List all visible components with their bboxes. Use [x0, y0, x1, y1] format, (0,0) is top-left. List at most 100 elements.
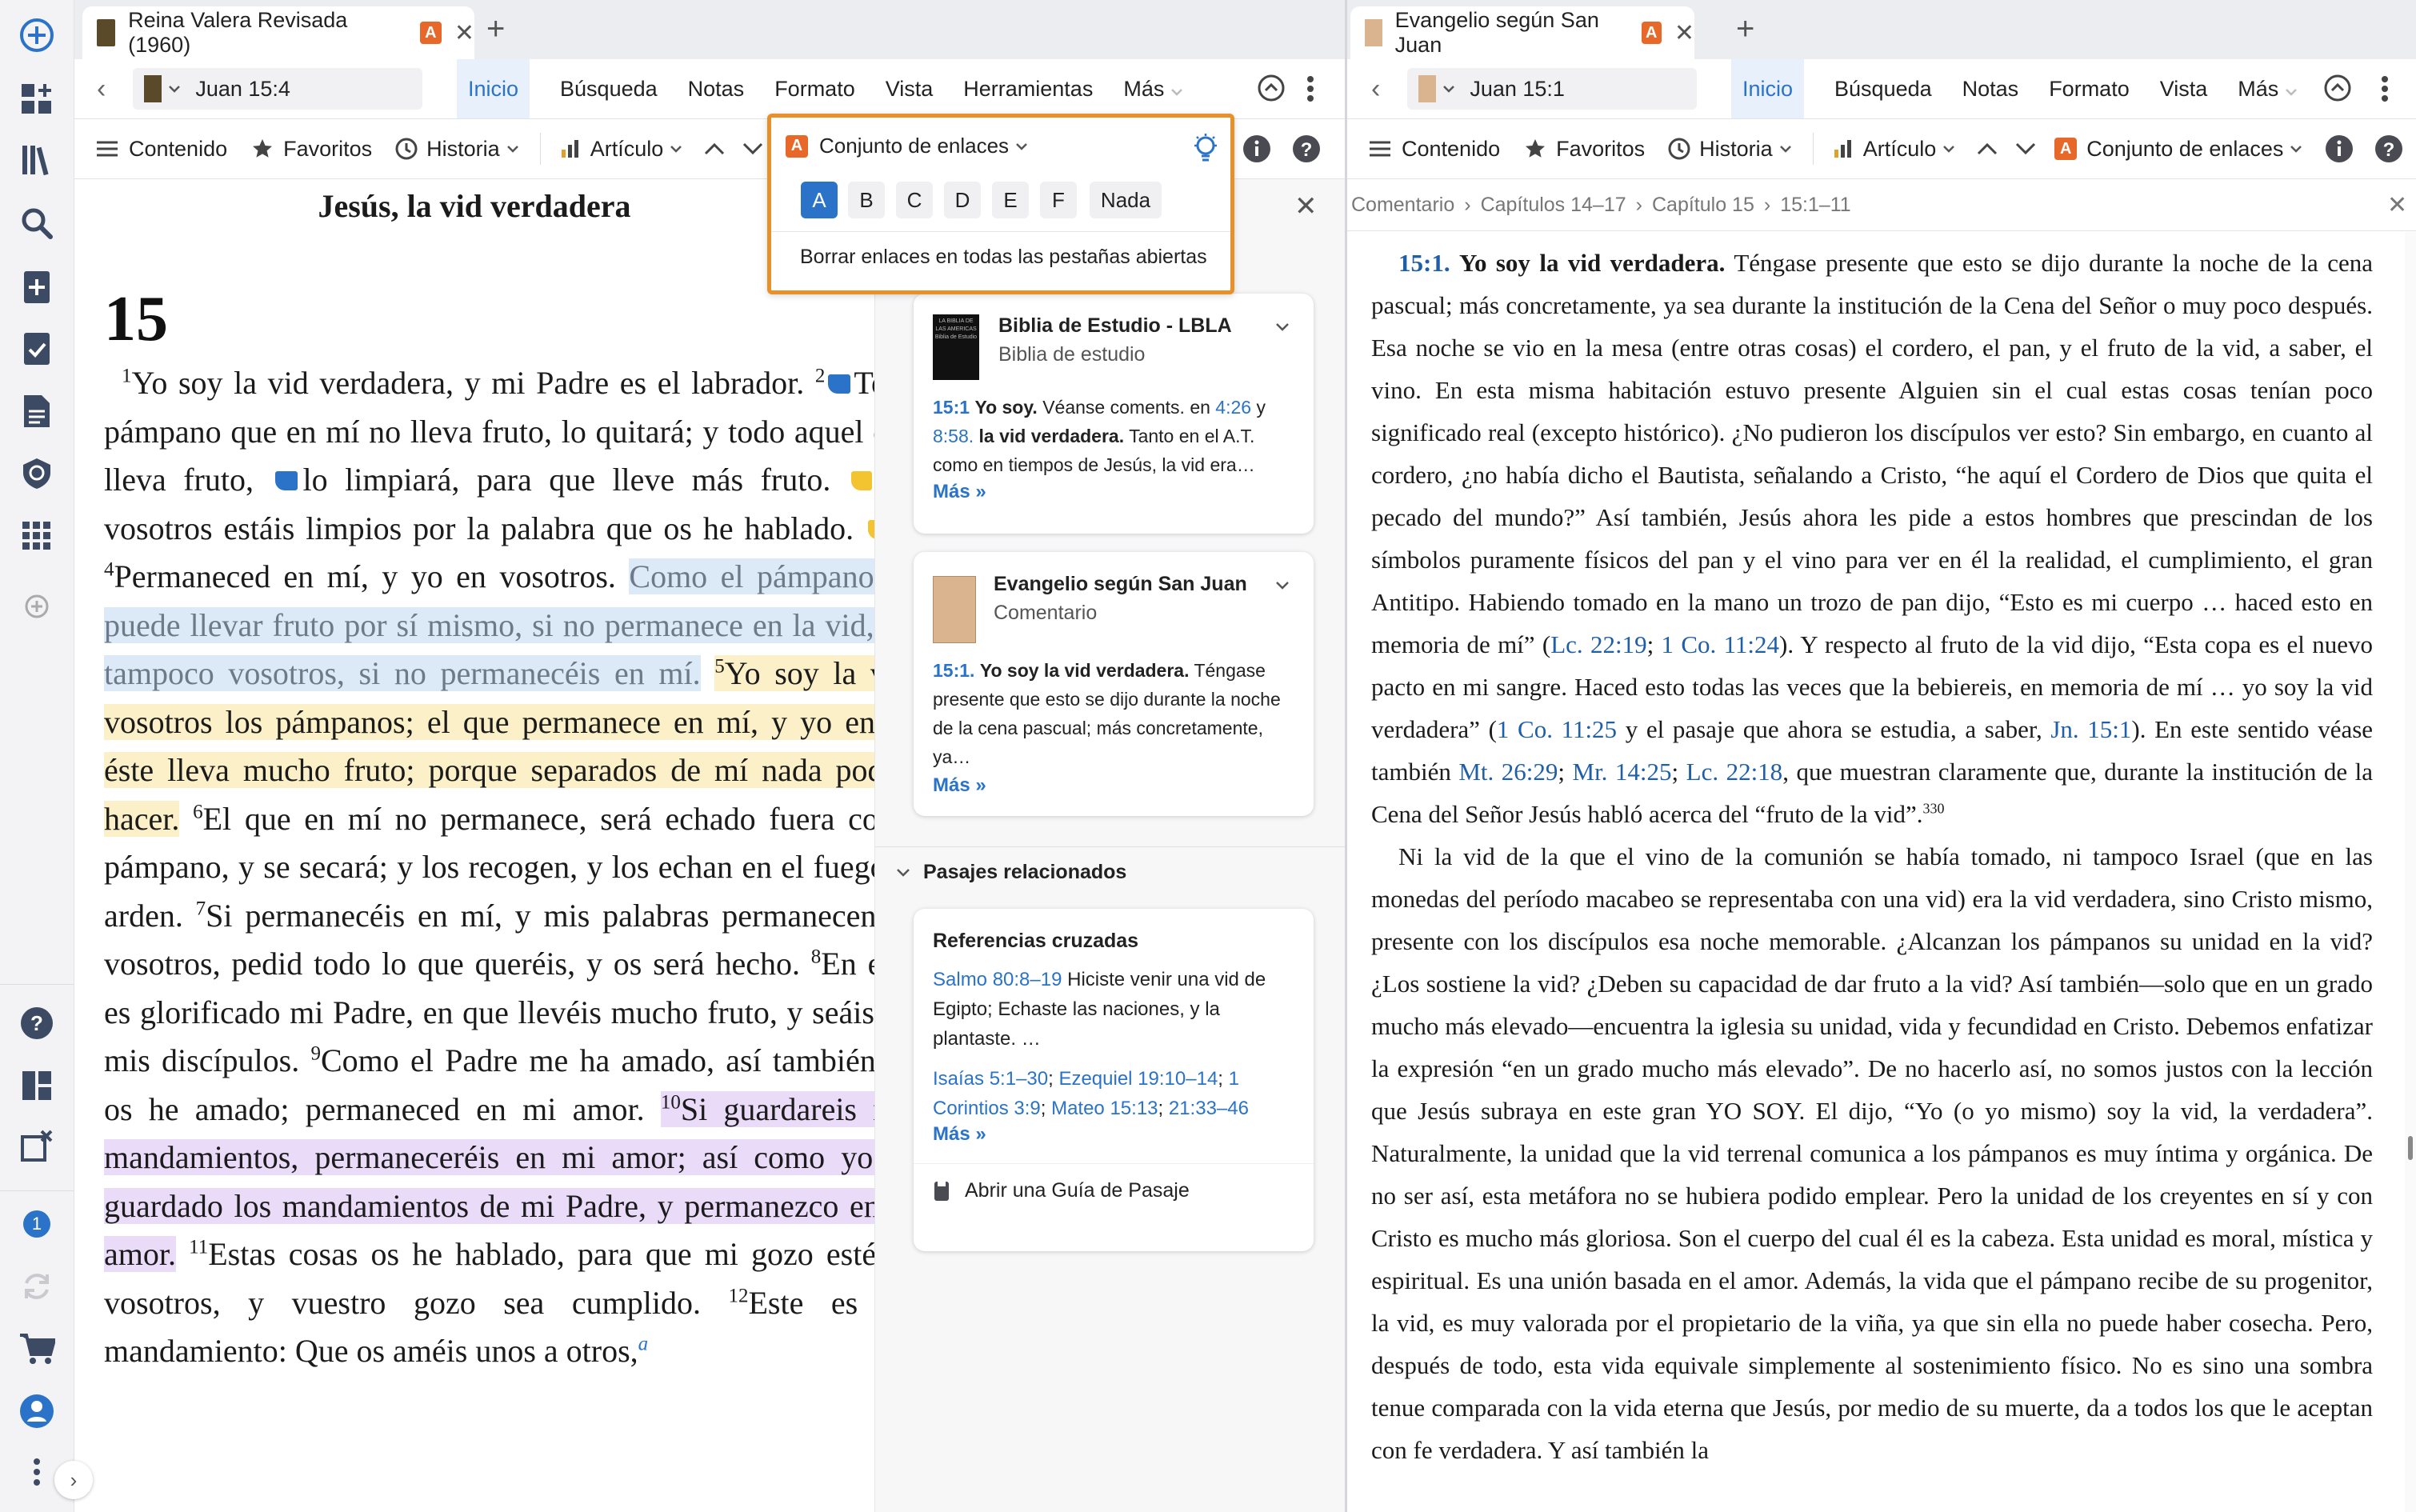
article-button[interactable]: Artículo	[1863, 137, 1937, 162]
document-icon[interactable]	[18, 392, 56, 430]
crossref-link[interactable]: 21:33–46	[1169, 1098, 1249, 1119]
menu-herramientas[interactable]: Herramientas	[963, 77, 1093, 102]
tab-reina-valera[interactable]: Reina Valera Revisada (1960) A ✕	[82, 6, 474, 59]
scroll-up-icon[interactable]	[2323, 74, 2352, 102]
link-set-option-e[interactable]: E	[992, 182, 1029, 218]
article-button[interactable]: Artículo	[590, 137, 664, 162]
back-icon[interactable]: ‹	[97, 74, 106, 105]
close-tab-icon[interactable]: ✕	[454, 19, 474, 47]
scrollbar-thumb[interactable]	[2408, 1136, 2413, 1160]
next-article-icon[interactable]	[2014, 142, 2037, 156]
scripture-link[interactable]: Jn. 15:1	[2050, 715, 2131, 743]
link-set-option-d[interactable]: D	[944, 182, 981, 218]
crossref-link[interactable]: 8:58.	[933, 426, 974, 446]
menu-vista[interactable]: Vista	[2160, 77, 2208, 102]
menu-busqueda[interactable]: Búsqueda	[560, 77, 658, 102]
add-document-icon[interactable]	[18, 268, 56, 306]
crossref-link[interactable]: Salmo 80:8–19	[933, 969, 1062, 990]
clear-links-button[interactable]: Borrar enlaces en todas las pestañas abi…	[800, 246, 1207, 269]
tab-evangelio-juan[interactable]: Evangelio según San Juan A ✕	[1350, 6, 1694, 59]
crossref-link[interactable]: 4:26	[1215, 397, 1251, 418]
contents-button[interactable]: Contenido	[129, 137, 227, 162]
scripture-link[interactable]: Mt. 26:29	[1458, 758, 1558, 786]
scripture-link[interactable]: 1 Co. 11:24	[1662, 630, 1780, 658]
chevron-down-icon[interactable]	[670, 145, 682, 153]
guide-card-lbla[interactable]: LA BIBLIA DE LAS AMERICAS Biblia de Estud…	[914, 294, 1314, 534]
menu-inicio[interactable]: Inicio	[1731, 59, 1805, 118]
help-icon[interactable]: ?	[2374, 134, 2403, 163]
cart-icon[interactable]	[18, 1330, 56, 1368]
menu-inicio[interactable]: Inicio	[457, 59, 530, 118]
more-link[interactable]: Más »	[933, 774, 986, 797]
crossref-link[interactable]: Mateo 15:13	[1051, 1098, 1158, 1119]
dashboard-add-icon[interactable]	[18, 80, 56, 118]
contents-button[interactable]: Contenido	[1402, 137, 1500, 162]
breadcrumb-item[interactable]: Capítulo 15	[1652, 194, 1754, 217]
related-passages-header[interactable]: Pasajes relacionados	[896, 861, 1126, 884]
chevron-down-icon[interactable]	[506, 145, 519, 153]
expand-rail-icon[interactable]: ›	[54, 1461, 93, 1499]
more-vertical-icon[interactable]	[18, 1453, 56, 1491]
scrollbar-track[interactable]	[2405, 232, 2416, 1512]
verse-1[interactable]: 1Yo soy la vid verdadera, y mi Padre es …	[104, 365, 804, 401]
note-marker-icon[interactable]	[828, 374, 851, 394]
menu-mas[interactable]: Más	[2238, 77, 2298, 102]
card-ref[interactable]: 15:1.	[933, 660, 974, 681]
note-marker-icon[interactable]	[275, 471, 298, 490]
link-set-button[interactable]: A Conjunto de enlaces	[2054, 137, 2302, 162]
footnote-marker[interactable]: a	[638, 1334, 649, 1355]
link-set-option-c[interactable]: C	[896, 182, 933, 218]
note-marker-icon[interactable]	[850, 471, 872, 490]
reference-box[interactable]: Juan 15:1	[1407, 68, 1698, 110]
account-icon[interactable]	[18, 1392, 56, 1430]
new-tab-icon[interactable]: +	[1736, 11, 1754, 47]
apps-grid-icon[interactable]	[18, 517, 56, 555]
layouts-icon[interactable]	[18, 1066, 56, 1105]
next-article-icon[interactable]	[742, 142, 764, 156]
lightbulb-icon[interactable]	[1192, 132, 1219, 164]
breadcrumb-item[interactable]: Comentario	[1351, 194, 1454, 217]
previous-article-icon[interactable]	[703, 142, 726, 156]
chevron-down-icon[interactable]	[1942, 145, 1955, 153]
new-tab-icon[interactable]: +	[486, 11, 505, 47]
menu-formato[interactable]: Formato	[774, 77, 855, 102]
help-icon[interactable]: ?	[18, 1004, 56, 1042]
add-shortcut-icon[interactable]	[18, 587, 56, 626]
link-set-option-f[interactable]: F	[1040, 182, 1077, 218]
link-set-option-none[interactable]: Nada	[1090, 182, 1162, 218]
scripture-link[interactable]: Lc. 22:19	[1550, 630, 1646, 658]
crossref-link[interactable]: Isaías 5:1–30	[933, 1068, 1048, 1090]
verse-2-cont[interactable]: lo limpiará, para que lleve más fruto.	[270, 462, 830, 498]
more-link[interactable]: Más »	[933, 1123, 986, 1146]
chevron-down-icon[interactable]	[1779, 145, 1792, 153]
chevron-down-icon[interactable]	[1275, 581, 1290, 590]
breadcrumb-item[interactable]: 15:1–11	[1780, 194, 1851, 217]
history-button[interactable]: Historia	[426, 137, 500, 162]
info-icon[interactable]	[1242, 134, 1271, 163]
library-icon[interactable]	[18, 141, 56, 179]
menu-mas[interactable]: Más	[1123, 77, 1183, 102]
notifications-icon[interactable]: 1	[18, 1205, 56, 1243]
reference-box[interactable]: Juan 15:4	[133, 68, 423, 110]
previous-article-icon[interactable]	[1976, 142, 1998, 156]
close-breadcrumb-icon[interactable]: ✕	[2387, 191, 2407, 219]
link-set-option-b[interactable]: B	[848, 182, 885, 218]
menu-formato[interactable]: Formato	[2049, 77, 2130, 102]
scripture-link[interactable]: 1 Co. 11:25	[1497, 715, 1617, 743]
search-icon[interactable]	[18, 204, 56, 242]
back-icon[interactable]: ‹	[1371, 74, 1380, 105]
menu-vista[interactable]: Vista	[886, 77, 934, 102]
open-passage-guide-button[interactable]: Abrir una Guía de Pasaje	[933, 1179, 1190, 1202]
favorites-button[interactable]: Favoritos	[283, 137, 372, 162]
history-button[interactable]: Historia	[1699, 137, 1773, 162]
favorites-button[interactable]: Favoritos	[1556, 137, 1645, 162]
verse-7[interactable]: 7Si permanecéis en mí, y mis palabras pe…	[104, 898, 919, 982]
scripture-link[interactable]: Mr. 14:25	[1573, 758, 1672, 786]
verse-ref[interactable]: 15:1.	[1398, 249, 1450, 277]
crossref-link[interactable]: Ezequiel 19:10–14	[1058, 1068, 1218, 1090]
footnote-marker[interactable]: 330	[1922, 801, 1944, 817]
logos-home-icon[interactable]	[18, 16, 56, 54]
close-tab-icon[interactable]: ✕	[1674, 19, 1694, 47]
scroll-up-icon[interactable]	[1257, 74, 1286, 102]
sync-icon[interactable]	[18, 1267, 56, 1306]
